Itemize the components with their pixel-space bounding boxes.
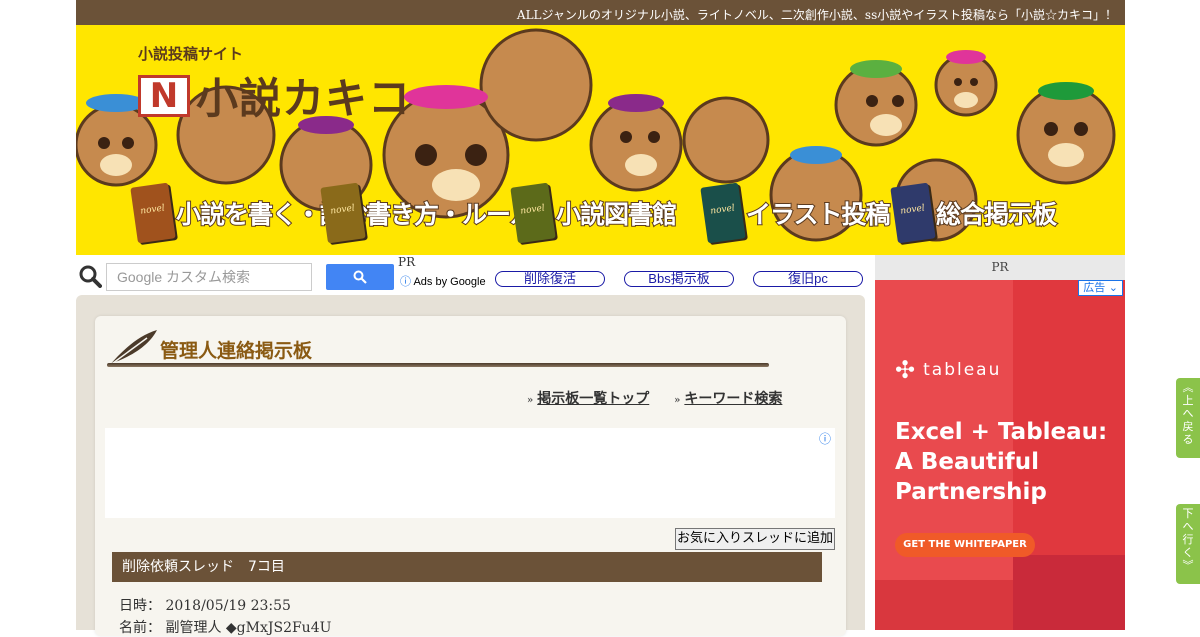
logo-tagline: 小説投稿サイト [138, 45, 244, 63]
logo-text: 小説カキコ [196, 74, 412, 123]
search-icon [79, 265, 102, 288]
search-input[interactable]: Google カスタム検索 [106, 263, 312, 291]
double-chevron-up-icon: ︽ [1182, 381, 1194, 394]
ad-headline: Excel + Tableau: A Beautiful Partnership [895, 417, 1107, 507]
book-word: novel [709, 203, 736, 217]
nav-label: 小説図書館 [555, 199, 678, 230]
double-chevron-icon: » [527, 395, 534, 406]
add-favorite-thread-button[interactable]: お気に入りスレッドに追加 [675, 528, 835, 550]
pill-link-bbs[interactable]: Bbs掲示板 [624, 271, 734, 287]
scroll-bottom-char: く [1182, 546, 1194, 559]
scroll-top-button[interactable]: ︽ 上 へ 戻 る [1176, 378, 1200, 458]
post-author: 名前： 副管理人 ◆gMxJS2Fu4U [119, 617, 331, 637]
thread-title-bar: 削除依頼スレッド 7コ目 [112, 552, 822, 582]
main-panel: 管理人連絡掲示板 » 掲示板一覧トップ » キーワード検索 ⓘ お気に入りスレッドに… [76, 295, 865, 636]
tableau-brand: tableau [923, 360, 1002, 380]
book-word: novel [899, 203, 926, 217]
pr-label: PR [398, 255, 416, 269]
scroll-bottom-char: 下 [1182, 507, 1194, 520]
board-links: » 掲示板一覧トップ » キーワード検索 [527, 388, 802, 408]
date-value: 2018/05/19 23:55 [165, 598, 291, 614]
ad-decoration [1013, 555, 1125, 630]
ad-headline-line: A Beautiful [895, 449, 1039, 475]
ad-decoration [875, 580, 1013, 630]
name-label: 名前： [119, 620, 161, 636]
header-banner: 小説投稿サイト N 小説カキコ novel 小説を書く・読む novel 書き方… [76, 25, 1125, 255]
scroll-top-char: 上 [1182, 394, 1194, 407]
search-row: Google カスタム検索 PR ⓘ Ads by Google 削除復活 Bb… [76, 255, 876, 295]
post-date: 日時： 2018/05/19 23:55 [119, 595, 291, 615]
nav-rules[interactable]: novel 書き方・ルール [320, 177, 536, 249]
top-tagline-text: ALLジャンルのオリジナル小説、ライトノベル、二次創作小説、ss小説やイラスト投… [516, 8, 1117, 22]
scroll-top-char: る [1182, 433, 1194, 446]
ad-cta-button[interactable]: GET THE WHITEPAPER [895, 533, 1035, 557]
tableau-logo: ✣ tableau [895, 356, 1001, 384]
ads-by-text: Ads by Google [413, 276, 486, 288]
book-word: novel [519, 203, 546, 217]
nav-illust[interactable]: novel イラスト投稿 [700, 177, 892, 249]
book-icon: novel [130, 182, 176, 244]
nav-library[interactable]: novel 小説図書館 [510, 177, 678, 249]
sidebar-ad[interactable]: 広告 ⌄ ✣ tableau Excel + Tableau: A Beauti… [875, 280, 1125, 630]
sidebar-pr-label: PR [991, 260, 1009, 274]
thread-title: 削除依頼スレッド 7コ目 [122, 559, 285, 575]
board-card: 管理人連絡掲示板 » 掲示板一覧トップ » キーワード検索 ⓘ お気に入りスレッドに… [95, 316, 846, 636]
nav-board[interactable]: novel 総合掲示板 [890, 177, 1058, 249]
top-tagline-bar: ALLジャンルのオリジナル小説、ライトノベル、二次創作小説、ss小説やイラスト投… [76, 0, 1125, 25]
logo-n-icon: N [138, 74, 190, 117]
quill-icon [108, 330, 157, 367]
main-nav: novel 小説を書く・読む novel 書き方・ルール novel 小説図書館… [130, 177, 1124, 249]
nav-label: 総合掲示板 [935, 199, 1058, 230]
title-divider [107, 363, 769, 367]
name-value: 副管理人 ◆gMxJS2Fu4U [165, 620, 332, 636]
nav-label: イラスト投稿 [745, 199, 892, 230]
scroll-bottom-char: へ [1182, 520, 1194, 533]
pill-link-restore[interactable]: 削除復活 [495, 271, 605, 287]
scroll-bottom-button[interactable]: 下 へ 行 く ︾ [1176, 504, 1200, 584]
site-logo[interactable]: N 小説カキコ [138, 65, 411, 126]
book-word: novel [139, 203, 166, 217]
book-icon: novel [890, 182, 936, 244]
info-icon: ⓘ [400, 276, 411, 288]
ad-headline-line: Partnership [895, 479, 1047, 505]
link-keyword-search[interactable]: キーワード検索 [684, 391, 782, 407]
book-icon: novel [320, 182, 366, 244]
link-board-top[interactable]: 掲示板一覧トップ [537, 391, 649, 407]
scroll-bottom-char: 行 [1182, 533, 1194, 546]
search-icon [353, 270, 367, 284]
board-title: 管理人連絡掲示板 [160, 340, 313, 362]
right-sidebar: PR 広告 ⌄ ✣ tableau Excel + Tableau: A Bea… [875, 255, 1125, 630]
double-chevron-icon: » [674, 395, 681, 406]
book-icon: novel [510, 182, 556, 244]
scroll-top-char: 戻 [1182, 420, 1194, 433]
date-label: 日時： [119, 598, 161, 614]
book-icon: novel [700, 182, 746, 244]
ad-label-text: 広告 [1083, 281, 1106, 294]
book-word: novel [329, 203, 356, 217]
pill-link-recover[interactable]: 復旧pc [753, 271, 863, 287]
info-icon[interactable]: ⓘ [819, 430, 831, 447]
ad-headline-line: Excel + Tableau: [895, 419, 1108, 445]
nav-label: 書き方・ルール [365, 199, 536, 230]
ad-label[interactable]: 広告 ⌄ [1078, 280, 1123, 296]
search-button[interactable] [326, 264, 394, 290]
ad-banner[interactable]: ⓘ [105, 428, 835, 518]
double-chevron-down-icon: ︾ [1182, 559, 1194, 572]
scroll-top-char: へ [1182, 407, 1194, 420]
ads-by-google[interactable]: ⓘ Ads by Google [400, 273, 486, 289]
tableau-plus-icon: ✣ [895, 356, 918, 384]
